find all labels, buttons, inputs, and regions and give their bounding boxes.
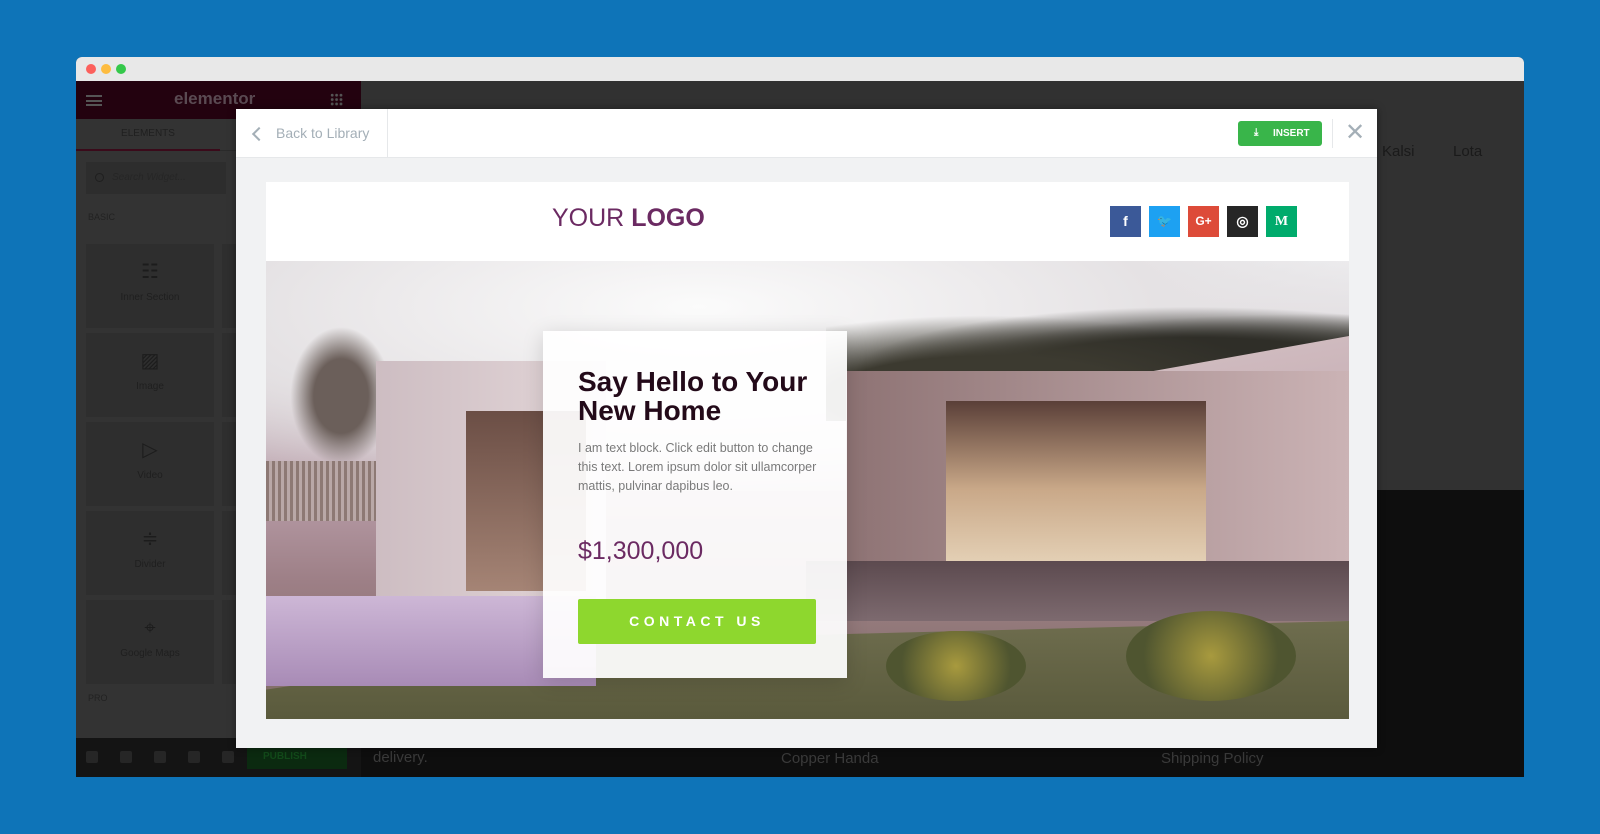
hero-text: I am text block. Click edit button to ch… (578, 441, 817, 493)
columns-icon: ☷ (141, 261, 159, 283)
history-icon[interactable] (154, 751, 166, 763)
nav-link[interactable]: Lota (1453, 143, 1482, 160)
navigator-icon[interactable] (120, 751, 132, 763)
close-icon[interactable]: ✕ (1344, 119, 1366, 147)
publish-button[interactable]: PUBLISH (247, 745, 347, 769)
hero-card: Say Hello to Your New Home I am text blo… (543, 331, 847, 678)
divider (1332, 119, 1333, 148)
footer-text: delivery. (373, 749, 428, 766)
template-library-modal: Back to Library ⤓ INSERT ✕ YOUR LOGO f 🐦 … (236, 109, 1377, 748)
instagram-icon[interactable]: ◎ (1227, 206, 1258, 237)
category-label: PRO (88, 693, 108, 703)
widget-label: Video (137, 470, 163, 481)
search-widget-input[interactable]: Search Widget... (86, 162, 226, 194)
map-icon: ⌖ (144, 617, 156, 639)
apps-grid-icon[interactable] (330, 93, 343, 106)
medium-icon[interactable]: M (1266, 206, 1297, 237)
settings-icon[interactable] (86, 751, 98, 763)
facebook-icon[interactable]: f (1110, 206, 1141, 237)
hero-title: Say Hello to Your New Home (578, 366, 808, 426)
divider-icon: ≑ (141, 528, 159, 550)
tab-elements[interactable]: ELEMENTS (76, 119, 220, 151)
insert-label: INSERT (1273, 128, 1310, 139)
menu-icon[interactable] (86, 95, 102, 106)
maximize-window-dot[interactable] (116, 64, 126, 74)
brand-logo: elementor (174, 89, 256, 108)
contact-us-button[interactable]: CONTACT US (578, 599, 816, 644)
hero-price: $1,300,000 (578, 537, 704, 565)
video-icon: ▷ (142, 439, 158, 461)
template-logo: YOUR LOGO (552, 204, 705, 232)
insert-button[interactable]: ⤓ INSERT (1238, 121, 1322, 146)
minimize-window-dot[interactable] (101, 64, 111, 74)
twitter-icon[interactable]: 🐦 (1149, 206, 1180, 237)
category-label: BASIC (88, 212, 116, 222)
preview-eye-icon[interactable] (222, 751, 234, 763)
hero-house-photo: Say Hello to Your New Home I am text blo… (266, 261, 1349, 719)
widget-label: Google Maps (120, 648, 180, 659)
widget-inner-section[interactable]: ☷ Inner Section (86, 244, 214, 328)
widget-label: Image (136, 381, 164, 392)
image-icon: ▨ (140, 350, 160, 372)
template-header: YOUR LOGO f 🐦 G+ ◎ M (266, 182, 1349, 261)
close-window-dot[interactable] (86, 64, 96, 74)
google-plus-icon[interactable]: G+ (1188, 206, 1219, 237)
modal-header: Back to Library ⤓ INSERT ✕ (236, 109, 1377, 158)
download-icon: ⤓ (1254, 127, 1259, 138)
template-preview: YOUR LOGO f 🐦 G+ ◎ M Say Hello to Your N… (266, 182, 1349, 719)
widget-image[interactable]: ▨ Image (86, 333, 214, 417)
widget-divider[interactable]: ≑ Divider (86, 511, 214, 595)
footer-link[interactable]: Shipping Policy (1161, 750, 1264, 767)
widget-label: Divider (134, 559, 166, 570)
footer-link[interactable]: Copper Handa (781, 750, 879, 767)
widget-video[interactable]: ▷ Video (86, 422, 214, 506)
responsive-icon[interactable] (188, 751, 200, 763)
back-to-library-button[interactable]: Back to Library (236, 109, 388, 158)
title-bar (76, 57, 1524, 81)
widget-google-maps[interactable]: ⌖ Google Maps (86, 600, 214, 684)
widget-label: Inner Section (120, 292, 180, 303)
nav-link[interactable]: Kalsi (1382, 143, 1415, 160)
